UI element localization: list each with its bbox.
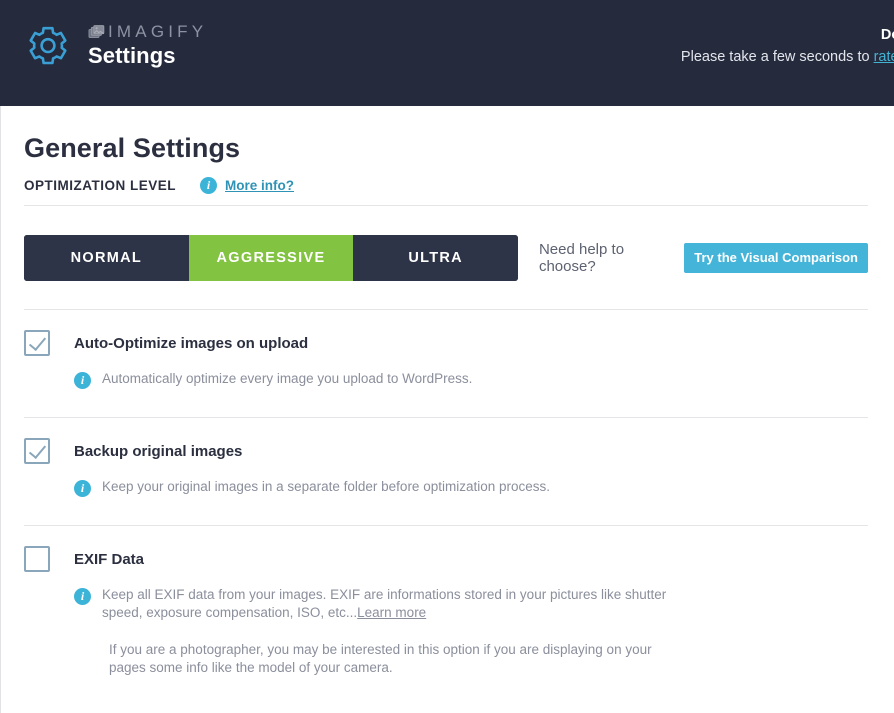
optimization-level-header: OPTIMIZATION LEVEL i More info?	[24, 177, 868, 206]
gear-icon	[24, 22, 72, 70]
page-subtitle: Settings	[88, 43, 176, 68]
brand-block: IMAGIFY Settings	[24, 22, 207, 70]
checkbox-exif-data[interactable]	[24, 546, 50, 572]
info-icon: i	[74, 588, 91, 605]
info-icon: i	[74, 372, 91, 389]
option-description: i Keep your original images in a separat…	[74, 478, 674, 497]
brand-text: IMAGIFY Settings	[88, 22, 207, 70]
option-backup-original: Backup original images i Keep your origi…	[24, 417, 868, 497]
option-head: EXIF Data	[24, 546, 868, 572]
option-title-auto-optimize[interactable]: Auto-Optimize images on upload	[74, 335, 308, 352]
option-auto-optimize: Auto-Optimize images on upload i Automat…	[24, 309, 868, 389]
rate-it-link[interactable]: rate it on	[874, 49, 894, 65]
rating-stars[interactable]: ★	[510, 70, 894, 92]
page-header: IMAGIFY Settings Do you Please take a fe…	[0, 0, 894, 106]
option-description-text: Keep all EXIF data from your images. EXI…	[102, 586, 674, 622]
option-title-exif-data[interactable]: EXIF Data	[74, 551, 144, 568]
brand-logo-row: IMAGIFY	[88, 22, 207, 42]
help-choose-text: Need help to choose?	[538, 241, 625, 275]
rating-notice-line2: Please take a few seconds to rate it on	[510, 46, 894, 68]
option-description-text: Automatically optimize every image you u…	[102, 371, 473, 386]
help-choose-block: Need help to choose? Try the Visual Comp…	[539, 241, 868, 275]
checkbox-backup-original[interactable]	[24, 438, 50, 464]
level-button-ultra[interactable]: ULTRA	[353, 235, 518, 281]
visual-comparison-button[interactable]: Try the Visual Comparison	[684, 243, 868, 273]
info-icon: i	[200, 177, 217, 194]
option-description-text: Keep your original images in a separate …	[102, 479, 550, 494]
imagify-settings-screen: IMAGIFY Settings Do you Please take a fe…	[0, 0, 894, 713]
option-head: Auto-Optimize images on upload	[24, 330, 868, 356]
more-info-link[interactable]: More info?	[225, 178, 294, 193]
level-button-normal[interactable]: NORMAL	[24, 235, 189, 281]
optimization-level-group: NORMAL AGGRESSIVE ULTRA	[24, 235, 518, 281]
page-title: General Settings	[24, 133, 241, 163]
settings-content: General Settings OPTIMIZATION LEVEL i Mo…	[0, 106, 894, 713]
optimization-level-row: NORMAL AGGRESSIVE ULTRA Need help to cho…	[24, 235, 868, 281]
option-title-backup-original[interactable]: Backup original images	[74, 443, 242, 460]
level-button-aggressive[interactable]: AGGRESSIVE	[188, 235, 354, 281]
option-description: i Automatically optimize every image you…	[74, 370, 674, 389]
imagify-photos-logo-icon	[88, 24, 108, 40]
option-exif-data: EXIF Data i Keep all EXIF data from your…	[24, 525, 868, 677]
option-description: i Keep all EXIF data from your images. E…	[74, 586, 674, 622]
rating-notice: Do you Please take a few seconds to rate…	[510, 24, 894, 92]
learn-more-link[interactable]: Learn more	[357, 605, 426, 620]
info-icon: i	[74, 480, 91, 497]
option-head: Backup original images	[24, 438, 868, 464]
section-label: OPTIMIZATION LEVEL	[24, 178, 176, 193]
rating-notice-line1: Do you	[880, 27, 894, 43]
brand-name: IMAGIFY	[108, 22, 208, 41]
checkbox-auto-optimize[interactable]	[24, 330, 50, 356]
rating-notice-prefix: Please take a few seconds to	[680, 49, 874, 65]
settings-inner: General Settings OPTIMIZATION LEVEL i Mo…	[24, 106, 868, 677]
option-note-exif-data: If you are a photographer, you may be in…	[109, 642, 652, 675]
